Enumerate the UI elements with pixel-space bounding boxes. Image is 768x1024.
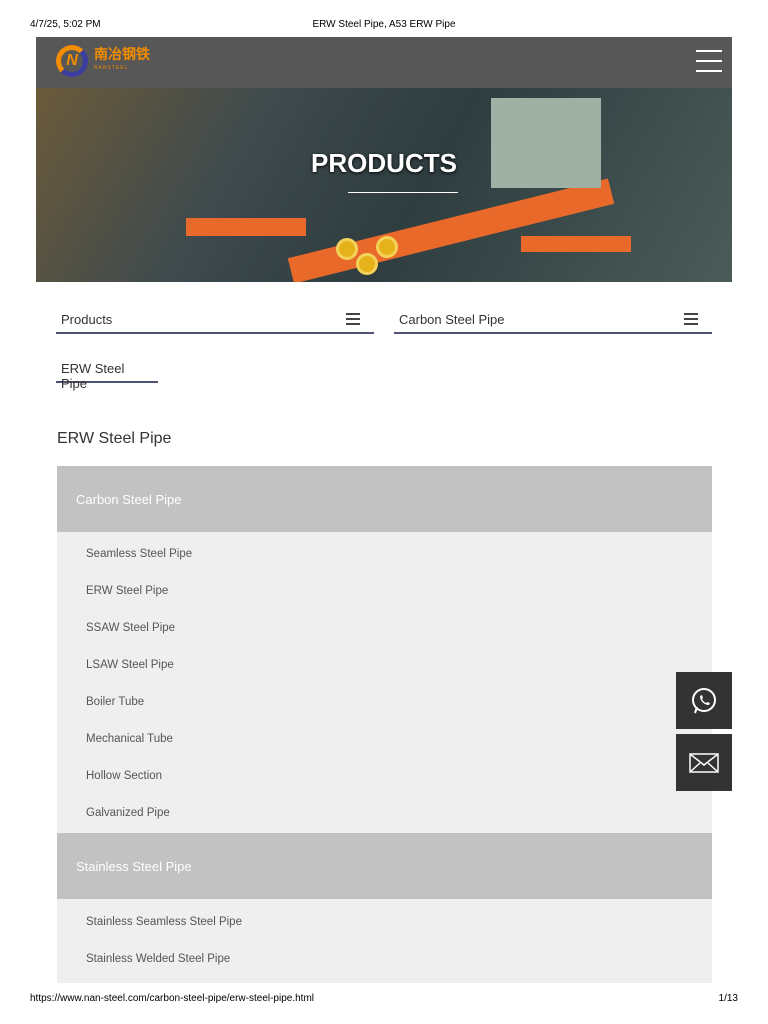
select-label: Products (61, 312, 113, 327)
print-page: 1/13 (718, 993, 738, 1004)
list-item[interactable]: Galvanized Pipe (57, 794, 712, 831)
list-item[interactable]: Seamless Steel Pipe (57, 535, 712, 572)
hero-banner: PRODUCTS (36, 88, 732, 282)
list-item[interactable]: SSAW Steel Pipe (57, 609, 712, 646)
products-select[interactable]: Products (56, 308, 374, 334)
tab-erw-steel-pipe[interactable]: ERW Steel Pipe (56, 357, 158, 391)
list-item[interactable]: Mechanical Tube (57, 720, 712, 757)
list-item[interactable]: Hollow Section (57, 757, 712, 794)
list-item[interactable]: LSAW Steel Pipe (57, 646, 712, 683)
hamburger-menu-icon[interactable] (696, 50, 722, 72)
print-url: https://www.nan-steel.com/carbon-steel-p… (30, 993, 315, 1004)
envelope-icon (689, 752, 719, 773)
section-title: ERW Steel Pipe (57, 430, 172, 447)
site-header: N 南冶钢铁 NANSTEEL (36, 37, 732, 88)
list-icon (684, 313, 698, 325)
print-title: ERW Steel Pipe, A53 ERW Pipe (312, 19, 456, 30)
list-item[interactable]: Boiler Tube (57, 683, 712, 720)
category-select[interactable]: Carbon Steel Pipe (394, 308, 712, 334)
list-item[interactable]: ERW Steel Pipe (57, 572, 712, 609)
email-button[interactable] (676, 734, 732, 791)
list-item[interactable]: Stainless Seamless Steel Pipe (57, 903, 712, 940)
logo-cn: 南冶钢铁 (94, 46, 150, 62)
logo-mark-icon: N (56, 45, 88, 77)
category-stainless-steel-pipe[interactable]: Stainless Steel Pipe (57, 833, 712, 899)
logo[interactable]: N 南冶钢铁 NANSTEEL (56, 45, 150, 77)
category-carbon-steel-pipe[interactable]: Carbon Steel Pipe (57, 466, 712, 532)
list-item[interactable]: Stainless Welded Steel Pipe (57, 940, 712, 977)
logo-en: NANSTEEL (94, 65, 129, 71)
list-icon (346, 313, 360, 325)
whatsapp-icon (692, 687, 716, 713)
tab-label: ERW Steel Pipe (61, 361, 125, 391)
select-label: Carbon Steel Pipe (399, 312, 505, 327)
whatsapp-button[interactable] (676, 672, 732, 729)
banner-title: PRODUCTS (311, 148, 457, 178)
category-panel: Carbon Steel Pipe Seamless Steel Pipe ER… (57, 466, 712, 983)
